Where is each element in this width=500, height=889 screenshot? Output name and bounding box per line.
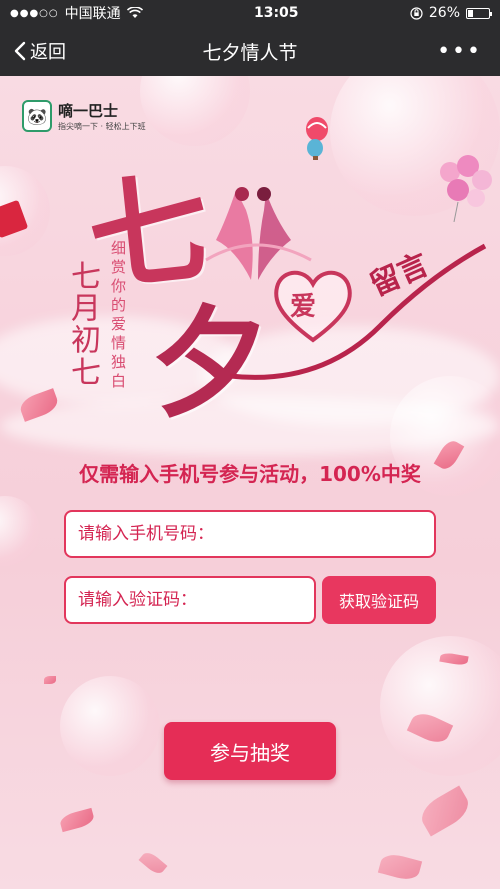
code-field-wrapper (64, 576, 316, 624)
join-lottery-button[interactable]: 参与抽奖 (164, 722, 336, 780)
wifi-icon (126, 7, 143, 18)
carrier-label: 中国联通 (64, 6, 121, 22)
brand-logo: 🐼 嘀一巴士 指尖嘀一下 · 轻松上下班 (22, 100, 146, 132)
status-right: 26% (410, 5, 492, 21)
swoosh-decoration (230, 243, 487, 380)
decor-bubble (60, 676, 160, 776)
orientation-lock-icon (410, 6, 423, 20)
phone-input[interactable] (78, 524, 422, 544)
decor-petal (415, 785, 475, 837)
status-bar: ●●●○○ 中国联通 13:05 26% (0, 0, 500, 26)
status-left: ●●●○○ 中国联通 (10, 3, 143, 23)
decor-bubble (0, 496, 40, 566)
page-content: 🐼 嘀一巴士 指尖嘀一下 · 轻松上下班 七 夕 七月初七 细赏你的爱情独白 爱… (0, 76, 500, 889)
signal-icon: ●●●○○ (10, 7, 59, 19)
get-code-button[interactable]: 获取验证码 (322, 576, 436, 624)
back-label: 返回 (30, 42, 66, 63)
decor-petal (138, 849, 168, 877)
page-title: 七夕情人节 (202, 41, 298, 64)
nav-bar: 返回 七夕情人节 ••• (0, 26, 500, 76)
battery-percent: 26% (428, 5, 460, 21)
more-button[interactable]: ••• (437, 26, 482, 76)
decor-petal (58, 807, 96, 833)
brand-slogan: 指尖嘀一下 · 轻松上下班 (58, 122, 146, 131)
decor-petal (377, 851, 423, 883)
decor-petal (44, 676, 56, 684)
back-button[interactable]: 返回 (14, 26, 66, 76)
panda-bus-icon: 🐼 (22, 100, 52, 132)
brand-name: 嘀一巴士 (58, 102, 119, 120)
tagline-text: 细赏你的爱情独白 (109, 240, 127, 392)
clock: 13:05 (253, 5, 299, 21)
battery-icon (466, 7, 492, 19)
battery-fill (468, 9, 474, 17)
promo-slogan: 仅需输入手机号参与活动，100%中奖 (79, 462, 421, 486)
hot-air-balloon-icon (306, 117, 328, 160)
chevron-left-icon (14, 41, 26, 61)
balloons-icon (440, 155, 492, 222)
phone-field-wrapper (64, 510, 436, 558)
verification-code-input[interactable] (78, 590, 302, 610)
date-text: 七月初七 (65, 260, 100, 388)
